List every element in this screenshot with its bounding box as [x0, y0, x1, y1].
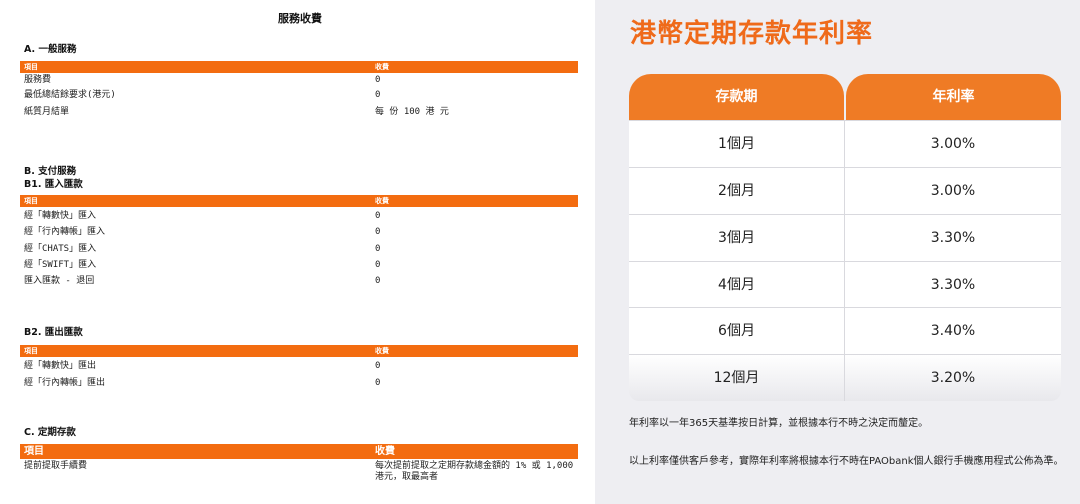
section-a-heading: A. 一般服務: [24, 44, 77, 55]
term-cell: 6個月: [629, 308, 845, 354]
rate-cell: 3.00%: [930, 136, 976, 152]
column-fee-label: 收費: [375, 446, 395, 457]
rate-cell: 3.30%: [930, 230, 976, 246]
row-item: 經「CHATS」匯入: [24, 244, 97, 254]
row-fee: 0: [375, 260, 381, 270]
section-b2-heading: B2. 匯出匯款: [24, 327, 83, 338]
rate-panel-title: 港幣定期存款年利率: [630, 19, 874, 49]
section-b-heading: B. 支付服務: [24, 166, 77, 177]
section-b2-header-bar: 項目 收費: [20, 345, 578, 357]
row-item: 最低總結餘要求(港元): [24, 90, 116, 100]
rate-row: 12個月 3.20%: [629, 354, 1061, 401]
table-row: 服務費 0: [24, 75, 578, 86]
row-fee: 0: [375, 211, 381, 221]
table-row: 經「轉數快」匯入 0: [24, 211, 578, 222]
row-item: 經「轉數快」匯出: [24, 361, 97, 371]
column-fee-label: 收費: [375, 197, 389, 205]
rate-row: 4個月 3.30%: [629, 261, 1061, 308]
row-fee: 0: [375, 90, 381, 100]
row-item: 紙質月結單: [24, 107, 70, 117]
column-item-label: 項目: [24, 63, 38, 71]
column-fee-label: 收費: [375, 63, 389, 71]
section-a-header-bar: 項目 收費: [20, 61, 578, 73]
rate-cell: 3.00%: [930, 183, 976, 199]
table-row: 最低總結餘要求(港元) 0: [24, 90, 578, 101]
rate-row: 6個月 3.40%: [629, 307, 1061, 354]
section-b1-header-bar: 項目 收費: [20, 195, 578, 207]
column-item-label: 項目: [24, 347, 38, 355]
rate-cell: 3.30%: [930, 277, 976, 293]
section-b1-heading: B1. 匯入匯款: [24, 179, 83, 190]
row-fee: 每次提前提取之定期存款總金額的 1% 或 1,000 港元，取最高者: [375, 461, 574, 482]
row-item: 經「行內轉帳」匯出: [24, 378, 106, 388]
rate-cell: 3.40%: [930, 323, 976, 339]
row-fee: 0: [375, 361, 381, 371]
rate-row: 1個月 3.00%: [629, 120, 1061, 167]
term-cell: 2個月: [629, 168, 845, 214]
rate-row: 2個月 3.00%: [629, 167, 1061, 214]
row-item: 經「行內轉帳」匯入: [24, 227, 106, 237]
table-row: 經「轉數快」匯出 0: [24, 361, 578, 372]
row-fee: 0: [375, 276, 381, 286]
term-cell: 12個月: [629, 355, 845, 401]
table-row: 提前提取手續費 每次提前提取之定期存款總金額的 1% 或 1,000 港元，取最…: [24, 461, 578, 485]
row-fee: 每 份 100 港 元: [375, 107, 449, 117]
row-item: 匯入匯款 - 退回: [24, 276, 95, 286]
rate-note-calculation: 年利率以一年365天基準按日計算，並根據本行不時之決定而釐定。: [629, 418, 929, 429]
row-fee: 0: [375, 244, 381, 254]
table-row: 經「行內轉帳」匯入 0: [24, 227, 578, 238]
row-fee: 0: [375, 378, 381, 388]
term-cell: 3個月: [629, 215, 845, 261]
row-item: 經「轉數快」匯入: [24, 211, 97, 221]
table-row: 經「CHATS」匯入 0: [24, 244, 578, 255]
rate-panel: 港幣定期存款年利率 存款期 年利率 1個月 3.00% 2個月 3.00% 3個…: [595, 0, 1080, 504]
table-row: 匯入匯款 - 退回 0: [24, 276, 578, 287]
table-row: 經「行內轉帳」匯出 0: [24, 378, 578, 389]
table-row: 經「SWIFT」匯入 0: [24, 260, 578, 271]
column-fee-label: 收費: [375, 347, 389, 355]
column-item-label: 項目: [24, 446, 44, 457]
column-item-label: 項目: [24, 197, 38, 205]
section-c-heading: C. 定期存款: [24, 427, 76, 438]
term-cell: 4個月: [629, 262, 845, 308]
row-item: 經「SWIFT」匯入: [24, 260, 97, 270]
section-c-header-bar: 項目 收費: [20, 444, 578, 459]
rate-note-disclaimer: 以上利率僅供客戶參考，實際年利率將根據本行不時在PAObank個人銀行手機應用程…: [629, 456, 1064, 467]
table-row: 紙質月結單 每 份 100 港 元: [24, 107, 578, 118]
fee-schedule-title: 服務收費: [278, 12, 322, 25]
row-item: 提前提取手續費: [24, 461, 88, 471]
column-term-header: 存款期: [629, 74, 844, 120]
term-cell: 1個月: [629, 121, 845, 167]
row-fee: 0: [375, 75, 381, 85]
rate-cell: 3.20%: [930, 370, 976, 386]
fee-schedule-document: 服務收費 A. 一般服務 項目 收費 服務費 0 最低總結餘要求(港元) 0 紙…: [0, 0, 600, 504]
row-fee: 0: [375, 227, 381, 237]
column-rate-header: 年利率: [846, 74, 1061, 120]
rate-row: 3個月 3.30%: [629, 214, 1061, 261]
row-item: 服務費: [24, 75, 52, 85]
